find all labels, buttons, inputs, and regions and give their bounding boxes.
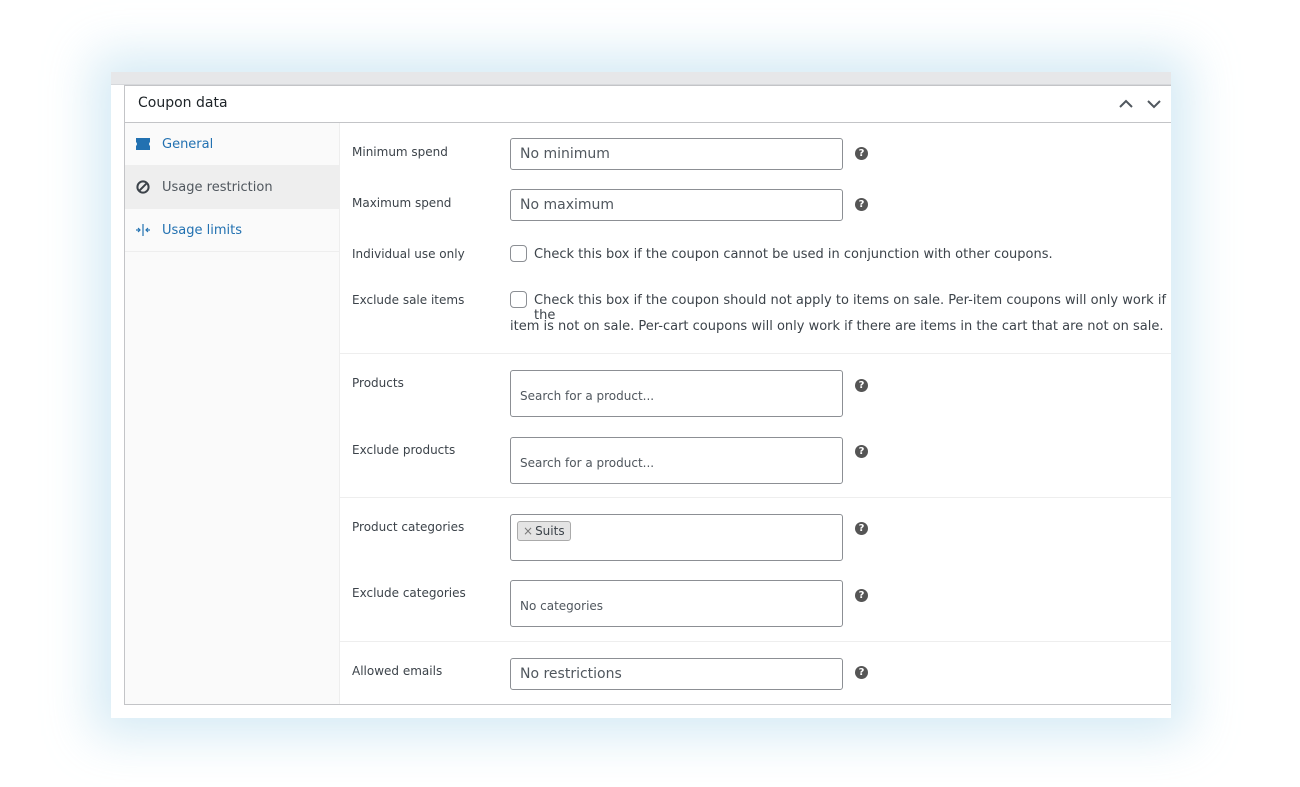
ticket-icon [135,136,151,152]
minimum-spend-input[interactable] [510,138,843,170]
exclude-categories-placeholder: No categories [520,599,604,613]
section-divider [340,497,1171,498]
individual-use-label: Individual use only [352,247,465,261]
help-icon[interactable]: ? [855,522,868,535]
help-icon[interactable]: ? [855,198,868,211]
arrows-icon [135,222,151,238]
section-divider [340,353,1171,354]
allowed-emails-input[interactable] [510,658,843,690]
individual-use-description: Check this box if the coupon cannot be u… [534,247,1053,262]
products-label: Products [352,376,404,390]
maximum-spend-input[interactable] [510,189,843,221]
usage-restriction-panel: Minimum spend ? Maximum spend ? Individu… [340,123,1171,704]
exclude-products-label: Exclude products [352,443,456,457]
chevron-down-icon [1147,100,1161,109]
help-icon[interactable]: ? [855,147,868,160]
move-down-button[interactable] [1144,94,1164,114]
tab-usage-limits-label: Usage limits [162,223,243,238]
coupon-tabs: General Usage restriction Usage limits [125,123,340,704]
minimum-spend-label: Minimum spend [352,145,448,159]
section-divider [340,641,1171,642]
panel-header: Coupon data [125,86,1171,123]
no-entry-icon [135,179,151,195]
exclude-categories-select[interactable]: No categories [510,580,843,627]
product-categories-select[interactable]: × Suits [510,514,843,561]
frame-left-bar [111,85,124,718]
exclude-sale-description: item is not on sale. Per-cart coupons wi… [510,319,1164,334]
help-icon[interactable]: ? [855,445,868,458]
products-placeholder: Search for a product... [520,389,655,403]
move-up-button[interactable] [1116,94,1136,114]
exclude-sale-label: Exclude sale items [352,293,465,307]
tab-usage-restriction[interactable]: Usage restriction [125,166,339,209]
allowed-emails-label: Allowed emails [352,664,443,678]
category-tag-label: Suits [535,524,565,538]
chevron-up-icon [1119,99,1133,108]
help-icon[interactable]: ? [855,666,868,679]
maximum-spend-label: Maximum spend [352,196,452,210]
exclude-sale-checkbox[interactable] [510,291,527,308]
exclude-products-placeholder: Search for a product... [520,456,655,470]
tab-general[interactable]: General [125,123,339,166]
coupon-data-panel: Coupon data General Usage restriction Us… [124,85,1171,705]
help-icon[interactable]: ? [855,589,868,602]
individual-use-checkbox[interactable] [510,245,527,262]
exclude-products-select[interactable]: Search for a product... [510,437,843,484]
exclude-categories-label: Exclude categories [352,586,466,600]
help-icon[interactable]: ? [855,379,868,392]
tab-general-label: General [162,137,214,152]
products-select[interactable]: Search for a product... [510,370,843,417]
remove-tag-icon[interactable]: × [523,524,533,538]
panel-title: Coupon data [138,95,228,111]
product-categories-label: Product categories [352,520,465,534]
tab-usage-restriction-label: Usage restriction [162,180,273,195]
category-tag: × Suits [517,521,571,541]
frame-top-bar [111,72,1171,85]
tab-usage-limits[interactable]: Usage limits [125,209,339,252]
